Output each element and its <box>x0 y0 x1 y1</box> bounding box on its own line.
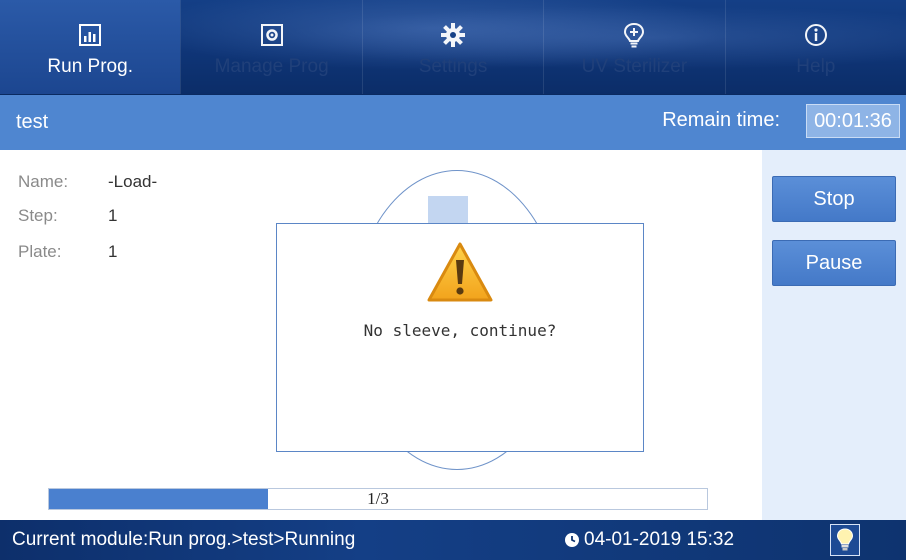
gear-icon <box>440 22 466 48</box>
datetime-text: 04-01-2019 15:32 <box>584 529 735 550</box>
warning-icon <box>425 240 495 306</box>
dialog-message: No sleeve, continue? <box>363 321 557 340</box>
current-module-text: Current module:Run prog.>test>Running <box>12 529 356 550</box>
step-value: 1 <box>108 206 118 225</box>
remain-time-label: Remain time: <box>662 109 780 131</box>
name-label: Name: <box>18 172 69 191</box>
settings-box-icon <box>259 22 285 48</box>
plate-label: Plate: <box>18 242 62 261</box>
program-name: test <box>16 111 49 133</box>
nav-tab-help[interactable]: Help <box>724 0 906 94</box>
nav-tab-label: UV Sterilizer <box>581 56 688 77</box>
nav-tab-settings[interactable]: Settings <box>361 0 543 94</box>
nav-tab-label: Manage Prog <box>214 56 329 77</box>
nav-tab-manage-prog[interactable]: Manage Prog <box>180 0 361 94</box>
run-title-bar: test Remain time: 00:01:36 <box>0 95 906 150</box>
bulb-icon <box>836 528 854 551</box>
info-row-plate: Plate: 1 <box>18 242 117 262</box>
chart-icon <box>77 22 103 48</box>
uv-bulb-icon <box>621 22 647 48</box>
nav-tab-uv-sterilizer[interactable]: UV Sterilizer <box>543 0 724 94</box>
info-icon <box>803 22 829 48</box>
info-row-step: Step: 1 <box>18 206 117 226</box>
nav-tab-label: Settings <box>418 56 488 77</box>
remain-time-value: 00:01:36 <box>806 104 900 138</box>
control-panel: Stop Pause <box>762 150 906 520</box>
step-label: Step: <box>18 206 58 225</box>
nav-tab-run-prog[interactable]: Run Prog. <box>0 0 181 94</box>
lamp-toggle-button[interactable] <box>830 524 860 556</box>
nav-tab-label: Run Prog. <box>47 56 133 77</box>
status-clock: 04-01-2019 15:32 <box>564 529 734 551</box>
plate-value: 1 <box>108 242 118 261</box>
pause-button[interactable]: Pause <box>772 240 896 286</box>
status-bar: Current module:Run prog.>test>Running 04… <box>0 520 906 560</box>
top-navigation: Run Prog. Manage Prog Settings UV Steril… <box>0 0 906 95</box>
info-row-name: Name: -Load- <box>18 172 157 192</box>
progress-text: 1/3 <box>367 489 389 508</box>
clock-icon <box>565 533 579 547</box>
step-progress-bar: 1/3 <box>48 488 708 510</box>
name-value: -Load- <box>108 172 158 191</box>
stop-button[interactable]: Stop <box>772 176 896 222</box>
nav-tab-label: Help <box>796 56 836 77</box>
plate-slot <box>428 196 468 226</box>
confirm-dialog[interactable]: No sleeve, continue? <box>276 223 644 452</box>
